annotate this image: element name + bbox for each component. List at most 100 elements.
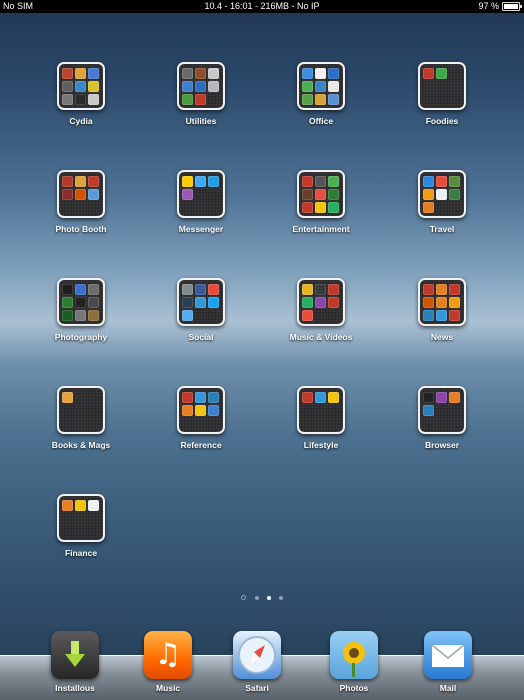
app-mini-icon: [75, 68, 86, 79]
battery-indicator: 97 %: [478, 0, 522, 13]
photos-icon[interactable]: [330, 631, 378, 679]
folder-icon[interactable]: [57, 386, 105, 434]
page-dot[interactable]: [267, 596, 271, 600]
page-dot[interactable]: [279, 596, 283, 600]
app-mini-icon: [449, 297, 460, 308]
app-mini-icon: [195, 405, 206, 416]
folder-icon[interactable]: [297, 62, 345, 110]
installous-icon[interactable]: [51, 631, 99, 679]
app-mini-icon: [195, 94, 206, 105]
app-mini-icon: [436, 68, 447, 79]
app-mini-icon: [436, 176, 447, 187]
app-mini-icon: [436, 392, 447, 403]
app-mini-icon: [423, 297, 434, 308]
folder-icon[interactable]: [297, 278, 345, 326]
app-mini-icon: [62, 284, 73, 295]
folder-travel[interactable]: Travel: [402, 170, 482, 234]
app-mini-icon: [449, 176, 460, 187]
dock-app-label: Safari: [245, 683, 269, 693]
dock-app-label: Music: [155, 683, 181, 693]
folder-photography[interactable]: Photography: [41, 278, 121, 342]
folder-icon[interactable]: [57, 278, 105, 326]
folder-icon[interactable]: [57, 170, 105, 218]
app-mini-icon: [328, 284, 339, 295]
folder-browser[interactable]: Browser: [402, 386, 482, 450]
app-mini-icon: [302, 392, 313, 403]
app-mini-icon: [62, 94, 73, 105]
folder-icon[interactable]: [57, 62, 105, 110]
folder-icon[interactable]: [297, 170, 345, 218]
dock-app-music[interactable]: ♫ Music: [138, 631, 198, 693]
page-dot[interactable]: [255, 596, 259, 600]
folder-entertainment[interactable]: Entertainment: [281, 170, 361, 234]
folder-icon[interactable]: [177, 170, 225, 218]
folder-music-videos[interactable]: Music & Videos: [281, 278, 361, 342]
folder-label: Lifestyle: [303, 440, 339, 450]
app-mini-icon: [182, 392, 193, 403]
app-mini-icon: [315, 297, 326, 308]
folder-icon[interactable]: [418, 62, 466, 110]
folder-icon[interactable]: [177, 386, 225, 434]
app-mini-icon: [302, 284, 313, 295]
folder-label: Social: [188, 332, 214, 342]
folder-icon[interactable]: [297, 386, 345, 434]
folder-icon[interactable]: [418, 170, 466, 218]
app-mini-icon: [62, 310, 73, 321]
spotlight-search-icon[interactable]: [241, 595, 247, 601]
app-mini-icon: [302, 202, 313, 213]
app-mini-icon: [182, 284, 193, 295]
folder-icon[interactable]: [57, 494, 105, 542]
folder-books-mags[interactable]: Books & Mags: [41, 386, 121, 450]
app-mini-icon: [182, 68, 193, 79]
folder-lifestyle[interactable]: Lifestyle: [281, 386, 361, 450]
app-mini-icon: [182, 405, 193, 416]
folder-label: News: [430, 332, 454, 342]
folder-icon[interactable]: [418, 278, 466, 326]
folder-finance[interactable]: Finance: [41, 494, 121, 558]
folder-news[interactable]: News: [402, 278, 482, 342]
folder-label: Messenger: [178, 224, 224, 234]
safari-icon[interactable]: [233, 631, 281, 679]
folder-label: Books & Mags: [51, 440, 111, 450]
folder-cydia[interactable]: Cydia: [41, 62, 121, 126]
battery-percent: 97 %: [478, 1, 499, 11]
folder-icon[interactable]: [177, 62, 225, 110]
app-mini-icon: [62, 68, 73, 79]
folder-icon[interactable]: [418, 386, 466, 434]
app-mini-icon: [182, 189, 193, 200]
folder-foodies[interactable]: Foodies: [402, 62, 482, 126]
folder-label: Travel: [429, 224, 455, 234]
folder-messenger[interactable]: Messenger: [161, 170, 241, 234]
folder-label: Photo Booth: [55, 224, 107, 234]
folder-utilities[interactable]: Utilities: [161, 62, 241, 126]
app-mini-icon: [423, 202, 434, 213]
folder-photo-booth[interactable]: Photo Booth: [41, 170, 121, 234]
app-mini-icon: [328, 176, 339, 187]
mail-icon[interactable]: [424, 631, 472, 679]
dock-app-photos[interactable]: Photos: [324, 631, 384, 693]
app-mini-icon: [315, 284, 326, 295]
folder-label: Cydia: [69, 116, 93, 126]
folder-reference[interactable]: Reference: [161, 386, 241, 450]
folder-icon[interactable]: [177, 278, 225, 326]
dock-app-installous[interactable]: Installous: [45, 631, 105, 693]
music-icon[interactable]: ♫: [144, 631, 192, 679]
app-mini-icon: [436, 189, 447, 200]
app-mini-icon: [449, 392, 460, 403]
status-center-text: 10.4 - 16:01 - 216MB - No IP: [204, 1, 320, 11]
folder-office[interactable]: Office: [281, 62, 361, 126]
app-mini-icon: [208, 81, 219, 92]
app-mini-icon: [88, 189, 99, 200]
folder-social[interactable]: Social: [161, 278, 241, 342]
app-mini-icon: [328, 297, 339, 308]
dock-app-mail[interactable]: Mail: [418, 631, 478, 693]
app-mini-icon: [328, 392, 339, 403]
app-mini-icon: [328, 202, 339, 213]
app-mini-icon: [88, 68, 99, 79]
page-indicator[interactable]: [0, 594, 524, 600]
dock-app-label: Mail: [439, 683, 457, 693]
dock-app-safari[interactable]: Safari: [227, 631, 287, 693]
folder-label: Utilities: [185, 116, 217, 126]
app-mini-icon: [328, 189, 339, 200]
app-mini-icon: [62, 500, 73, 511]
